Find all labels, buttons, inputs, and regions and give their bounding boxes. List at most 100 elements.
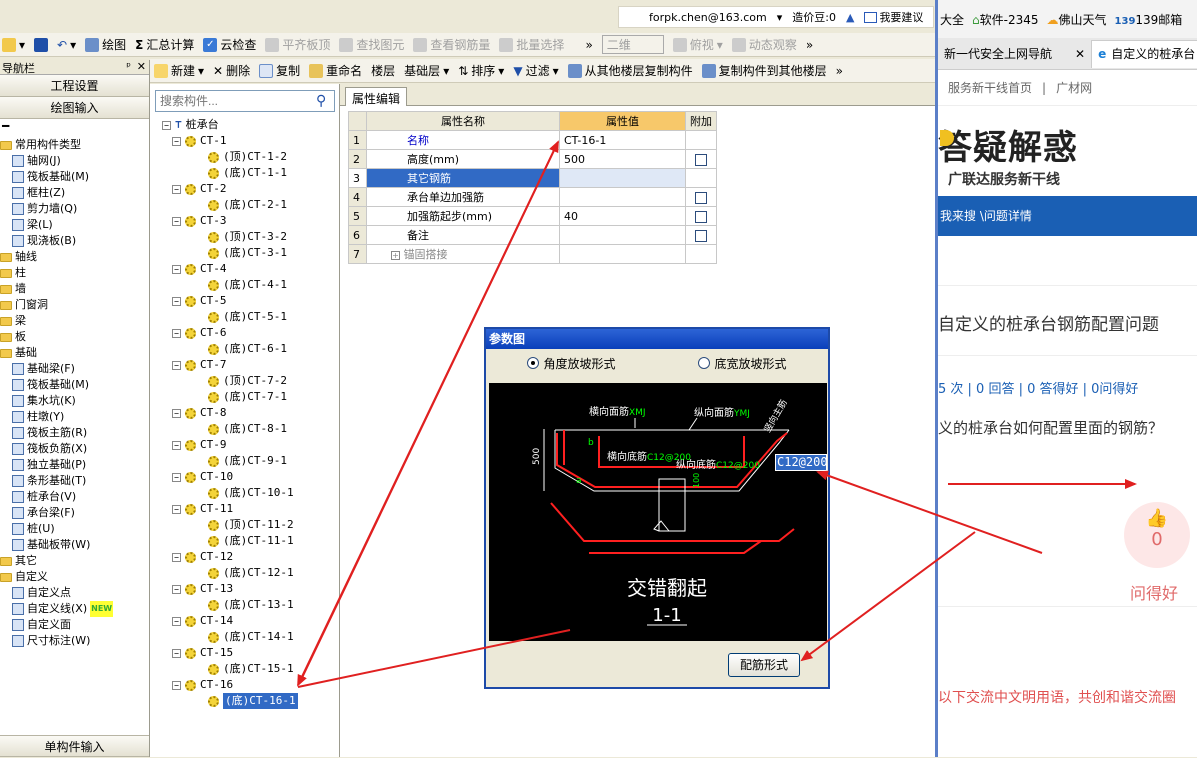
property-extra[interactable] xyxy=(685,244,717,264)
tree-group[interactable]: − CT-6 xyxy=(162,325,298,341)
extra-checkbox[interactable] xyxy=(695,229,707,242)
property-row[interactable]: 2 高度(mm) 500 xyxy=(348,149,717,169)
nav-folder[interactable]: 梁 xyxy=(0,313,149,329)
property-value[interactable] xyxy=(559,187,686,207)
nav-item[interactable]: 条形基础(T) xyxy=(0,473,149,489)
collapse-icon[interactable]: − xyxy=(172,440,181,450)
property-row[interactable]: 7 + 锚固搭接 xyxy=(348,244,717,264)
nav-item[interactable]: 自定义点 xyxy=(0,585,149,601)
nav-item[interactable]: 柱墩(Y) xyxy=(0,409,149,425)
tree-leaf[interactable]: (顶)CT-3-2 xyxy=(162,229,298,245)
tree-leaf[interactable]: (底)CT-11-1 xyxy=(162,533,298,549)
dropdown-icon[interactable]: ▾ xyxy=(777,11,783,24)
nav-folder[interactable]: 板 xyxy=(0,329,149,345)
tree-group[interactable]: − CT-11 xyxy=(162,501,298,517)
property-extra[interactable] xyxy=(685,225,717,245)
tree-leaf[interactable]: (底)CT-12-1 xyxy=(162,565,298,581)
floor-select[interactable]: 基础层 ▾ xyxy=(404,62,449,79)
nav-item[interactable]: 现浇板(B) xyxy=(0,233,149,249)
extra-checkbox[interactable] xyxy=(695,153,707,166)
property-value[interactable] xyxy=(559,244,686,264)
tb-find[interactable]: 查找图元 xyxy=(339,36,404,53)
tree-root[interactable]: − ⊤ 桩承台 xyxy=(162,117,298,133)
nav-gcw[interactable]: 广材网 xyxy=(1056,79,1092,96)
collapse-icon[interactable]: − xyxy=(172,680,181,690)
tree-leaf[interactable]: (底)CT-8-1 xyxy=(162,421,298,437)
tree-group[interactable]: − CT-13 xyxy=(162,581,298,597)
more-icon-3[interactable]: » xyxy=(836,64,843,78)
account-name[interactable]: forpk.chen@163.com xyxy=(649,11,767,24)
nav-folder[interactable]: 轴线 xyxy=(0,249,149,265)
collapse-icon[interactable]: − xyxy=(172,328,181,338)
draw-input-button[interactable]: 绘图输入 xyxy=(0,97,149,119)
tree-group[interactable]: − CT-9 xyxy=(162,437,298,453)
tree-leaf[interactable]: (底)CT-15-1 xyxy=(162,661,298,677)
tab-close-icon[interactable]: ✕ xyxy=(1075,40,1085,68)
tree-leaf[interactable]: (顶)CT-7-2 xyxy=(162,373,298,389)
nav-item[interactable]: 桩承台(V) xyxy=(0,489,149,505)
collapse-icon[interactable]: − xyxy=(172,616,181,626)
sort-button[interactable]: ⇅ 排序 ▾ xyxy=(458,62,504,79)
tree-group[interactable]: − CT-1 xyxy=(162,133,298,149)
tree-leaf[interactable]: (底)CT-2-1 xyxy=(162,197,298,213)
copy-button[interactable]: 复制 xyxy=(259,62,300,79)
nav-item[interactable]: 独立基础(P) xyxy=(0,457,149,473)
tree-leaf[interactable]: (底)CT-3-1 xyxy=(162,245,298,261)
copy-from-floor[interactable]: 从其他楼层复制构件 xyxy=(567,62,693,79)
bell-icon[interactable]: ▲ xyxy=(846,11,854,24)
tb-sum[interactable]: Σ 汇总计算 xyxy=(135,36,194,53)
tab-property-edit[interactable]: 属性编辑 xyxy=(345,87,408,106)
property-row[interactable]: 6 备注 xyxy=(348,225,717,245)
property-row[interactable]: 4 承台单边加强筋 xyxy=(348,187,717,207)
more-icon-2[interactable]: » xyxy=(806,38,813,52)
nav-folder[interactable]: 基础 xyxy=(0,345,149,361)
tree-leaf[interactable]: (底)CT-13-1 xyxy=(162,597,298,613)
nav-item[interactable]: 梁(L) xyxy=(0,217,149,233)
nav-item[interactable]: 筏板基础(M) xyxy=(0,169,149,185)
tb-flush-top[interactable]: 平齐板顶 xyxy=(265,36,330,53)
open-button[interactable]: ▾ xyxy=(2,37,25,52)
nav-item[interactable]: 基础板带(W) xyxy=(0,537,149,553)
tree-leaf[interactable]: (底)CT-16-1 xyxy=(162,693,298,709)
collapse-icon[interactable]: − xyxy=(172,648,181,658)
nav-folder[interactable]: 门窗洞 xyxy=(0,297,149,313)
property-row[interactable]: 3 其它钢筋 xyxy=(348,168,717,188)
radio-angle-dot[interactable] xyxy=(527,357,540,369)
tb-view-rebar[interactable]: 查看钢筋量 xyxy=(413,36,490,53)
filter-button[interactable]: ▼ 过滤 ▾ xyxy=(513,62,558,79)
tree-group[interactable]: − CT-10 xyxy=(162,469,298,485)
suggest-link[interactable]: 我要建议 xyxy=(864,9,923,25)
search-input[interactable] xyxy=(155,90,335,112)
property-extra[interactable] xyxy=(685,187,717,207)
property-value[interactable]: 40 xyxy=(559,206,686,226)
tree-group[interactable]: − CT-5 xyxy=(162,293,298,309)
tree-group[interactable]: − CT-2 xyxy=(162,181,298,197)
dynamic-view[interactable]: 动态观察 xyxy=(731,36,797,53)
bookmark-0[interactable]: 大全 xyxy=(940,11,964,28)
tree-leaf[interactable]: (底)CT-10-1 xyxy=(162,485,298,501)
collapse-icon[interactable]: − xyxy=(172,184,181,194)
collapse-icon[interactable]: − xyxy=(172,296,181,306)
tree-group[interactable]: − CT-16 xyxy=(162,677,298,693)
collapse-icon[interactable]: − xyxy=(172,472,181,482)
tree-leaf[interactable]: (底)CT-1-1 xyxy=(162,165,298,181)
undo-button[interactable]: ↶ ▾ xyxy=(57,38,76,52)
nav-home[interactable]: 服务新干线首页 xyxy=(948,79,1032,96)
property-value[interactable]: 500 xyxy=(559,149,686,169)
rebar-edit-box[interactable]: C12@200 xyxy=(775,454,827,471)
collapse-icon[interactable]: − xyxy=(172,408,181,418)
delete-button[interactable]: ✕ 删除 xyxy=(213,62,250,79)
property-value[interactable] xyxy=(559,168,686,188)
property-extra[interactable] xyxy=(685,206,717,226)
close-icon[interactable]: ✕ xyxy=(137,60,146,73)
nav-folder[interactable]: 其它 xyxy=(0,553,149,569)
property-row[interactable]: 5 加强筋起步(mm) 40 xyxy=(348,206,717,226)
property-extra[interactable] xyxy=(685,168,717,188)
radio-angle[interactable]: 角度放坡形式 xyxy=(527,355,616,372)
browser-tab-2[interactable]: e 自定义的桩承台 xyxy=(1091,39,1197,68)
collapse-icon[interactable]: − xyxy=(172,136,181,146)
tree-leaf[interactable]: (底)CT-14-1 xyxy=(162,629,298,645)
collapse-icon[interactable]: − xyxy=(172,552,181,562)
tree-toggle-icon[interactable]: ━ xyxy=(2,119,9,133)
nav-folder[interactable]: 自定义 xyxy=(0,569,149,585)
